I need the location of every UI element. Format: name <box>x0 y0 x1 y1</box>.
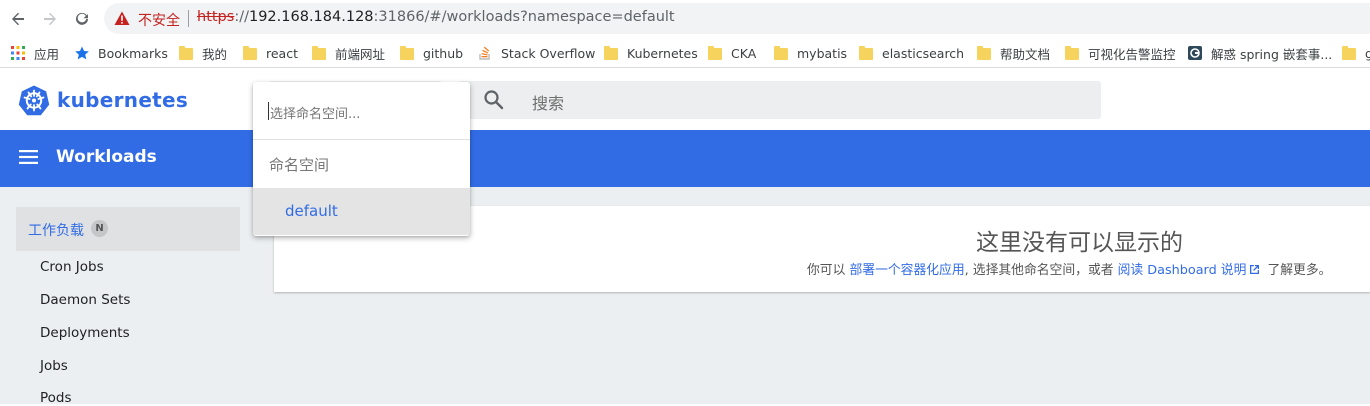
bookmark-kubernetes[interactable]: Kubernetes <box>604 44 698 62</box>
sidebar-item-cron-jobs[interactable]: Cron Jobs <box>40 259 104 275</box>
bookmark-label: elasticsearch <box>882 45 965 61</box>
back-button[interactable] <box>7 8 29 30</box>
folder-icon <box>1342 46 1356 60</box>
bookmark-overflow-item[interactable]: g <box>1342 44 1370 62</box>
page-toolbar: Workloads <box>0 130 1370 187</box>
bookmark-monitoring[interactable]: 可视化告警监控 <box>1065 44 1176 62</box>
bookmark-wode[interactable]: 我的 <box>179 44 227 62</box>
deploy-app-link[interactable]: 部署一个容器化应用 <box>849 263 964 278</box>
app-header: kubernetes 搜索 <box>0 69 1370 130</box>
brand-name: kubernetes <box>57 88 189 112</box>
bookmark-label: github <box>423 45 464 61</box>
folder-icon <box>1065 46 1079 60</box>
namespaced-badge: N <box>91 220 108 237</box>
url-host: 192.168.184.128 <box>248 9 374 25</box>
bookmark-label: 应用 <box>34 46 60 62</box>
namespace-filter-input[interactable]: 选择命名空间... <box>253 82 470 140</box>
bookmark-label: 解惑 spring 嵌套事... <box>1211 46 1333 62</box>
bookmark-github[interactable]: github <box>400 44 463 62</box>
bookmark-label: 我的 <box>202 46 228 62</box>
bookmark-help-docs[interactable]: 帮助文档 <box>977 44 1050 62</box>
bookmark-elasticsearch[interactable]: elasticsearch <box>859 44 964 62</box>
folder-icon <box>859 46 873 60</box>
content-area: 工作负载 N Cron Jobs Daemon Sets Deployments… <box>0 187 1370 406</box>
bookmark-label: 可视化告警监控 <box>1088 46 1176 62</box>
sidebar-section-workloads[interactable]: 工作负载 N <box>16 207 240 251</box>
bookmark-label: Stack Overflow <box>501 45 596 61</box>
forward-button[interactable] <box>39 8 61 30</box>
browser-address-bar: 不安全 https://192.168.184.128:31866/#/work… <box>0 0 1370 38</box>
page-title: Workloads <box>56 147 157 167</box>
site-icon <box>1188 46 1202 60</box>
sidebar-item-jobs[interactable]: Jobs <box>40 358 68 374</box>
bookmarks-bar: 应用 Bookmarks 我的 react 前端网址 github Stack … <box>0 38 1370 68</box>
folder-icon <box>708 46 722 60</box>
namespace-group-label: 命名空间 <box>269 156 330 174</box>
hamburger-menu-icon[interactable] <box>19 150 38 164</box>
folder-icon <box>604 46 618 60</box>
folder-icon <box>312 46 326 60</box>
insecure-label: 不安全 <box>138 13 180 29</box>
reload-button[interactable] <box>71 8 93 30</box>
url-separator: :// <box>234 9 249 25</box>
folder-icon <box>774 46 788 60</box>
sidebar-item-daemon-sets[interactable]: Daemon Sets <box>40 292 130 308</box>
bookmark-frontend[interactable]: 前端网址 <box>312 44 385 62</box>
arrow-right-icon <box>44 12 56 26</box>
arrow-left-icon <box>12 12 24 26</box>
text-cursor <box>268 102 269 120</box>
star-icon <box>75 46 89 60</box>
url-path: :31866/#/workloads?namespace=default <box>373 9 675 25</box>
folder-icon <box>179 46 193 60</box>
bookmark-label: Bookmarks <box>98 45 168 61</box>
apps-grid-icon <box>11 46 25 60</box>
bookmark-apps[interactable]: 应用 <box>11 44 59 62</box>
namespace-dropdown: 选择命名空间... 命名空间 default <box>253 82 470 236</box>
bookmark-mybatis[interactable]: mybatis <box>774 44 847 62</box>
bookmark-spring-article[interactable]: 解惑 spring 嵌套事... <box>1188 44 1332 62</box>
folder-icon <box>977 46 991 60</box>
empty-state-description: 你可以 部署一个容器化应用, 选择其他命名空间，或者 阅读 Dashboard … <box>807 259 1331 278</box>
bookmark-stackoverflow[interactable]: Stack Overflow <box>478 44 595 62</box>
bookmark-label: CKA <box>731 45 757 61</box>
desc-middle: , 选择其他命名空间，或者 <box>964 263 1118 278</box>
dashboard-docs-link[interactable]: 阅读 Dashboard 说明 <box>1118 263 1247 278</box>
external-link-icon <box>1250 265 1260 274</box>
url-divider <box>188 10 189 27</box>
bookmark-label: g <box>1365 45 1370 61</box>
sidebar: 工作负载 N Cron Jobs Daemon Sets Deployments… <box>0 187 256 406</box>
url-field[interactable]: 不安全 https://192.168.184.128:31866/#/work… <box>104 3 1370 34</box>
namespace-filter-placeholder: 选择命名空间... <box>270 107 361 122</box>
search-placeholder: 搜索 <box>532 94 565 113</box>
folder-icon <box>400 46 414 60</box>
bookmark-cka[interactable]: CKA <box>708 44 756 62</box>
search-icon <box>484 90 504 110</box>
sidebar-section-label: 工作负载 <box>28 223 84 239</box>
bookmark-label: react <box>266 45 298 61</box>
stackoverflow-icon <box>479 46 490 60</box>
bookmark-label: 帮助文档 <box>1000 46 1051 62</box>
namespace-option-label: default <box>285 202 338 220</box>
search-input[interactable]: 搜索 <box>458 81 1101 119</box>
folder-icon <box>243 46 257 60</box>
bookmark-label: Kubernetes <box>627 45 698 61</box>
bookmark-label: 前端网址 <box>335 46 386 62</box>
kubernetes-helm-icon <box>18 85 50 116</box>
reload-icon <box>76 12 88 25</box>
kubernetes-logo[interactable]: kubernetes <box>18 84 188 116</box>
url-text: https://192.168.184.128:31866/#/workload… <box>197 9 675 25</box>
desc-suffix: 了解更多。 <box>1263 263 1332 278</box>
url-protocol: https <box>197 9 235 25</box>
bookmark-react[interactable]: react <box>243 44 298 62</box>
namespace-option-default[interactable]: default <box>253 188 470 235</box>
desc-prefix: 你可以 <box>807 263 850 278</box>
bookmark-bookmarks[interactable]: Bookmarks <box>75 44 168 62</box>
bookmark-label: mybatis <box>797 45 848 61</box>
warning-icon <box>114 11 130 25</box>
sidebar-item-deployments[interactable]: Deployments <box>40 325 130 341</box>
empty-state-title: 这里没有可以显示的 <box>976 230 1183 256</box>
